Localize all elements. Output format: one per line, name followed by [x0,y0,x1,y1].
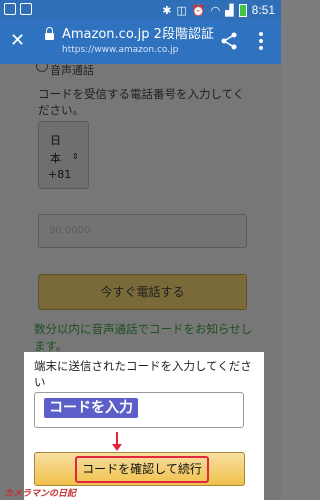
phone-number-input[interactable]: 90 0000 [38,214,247,248]
phone-number-prompt: コードを受信する電話番号を入力してください。 [38,87,245,117]
country-code: +81 [48,168,72,181]
share-icon[interactable] [220,32,238,50]
wifi-icon: ◠ [210,3,221,17]
call-now-button[interactable]: 今すぐ電話する [38,274,247,310]
notification-icon [4,3,16,15]
bluetooth-icon: ✱ [162,3,172,17]
radio-label: 音声通話 [50,64,94,77]
vibrate-icon: ◫ [176,3,187,17]
notification-icons [4,3,32,15]
verify-code-label: コードを確認して続行 [75,456,209,483]
arrowhead-icon [112,444,122,451]
voice-call-radio[interactable] [36,64,48,72]
country-name-line2: 本 [50,152,61,165]
signal-icon: ▟ [225,3,234,17]
code-prompt: 端末に送信されたコードを入力してください [34,359,252,389]
voice-call-notice: 数分以内に音声通話でコードをお知らせします。 [34,322,253,353]
country-code-select[interactable]: 日 本 ⇕ +81 [38,121,89,189]
select-arrows-icon: ⇕ [72,152,79,161]
browser-toolbar: ✕ Amazon.co.jp 2段階認証 https://www.amazon.… [0,20,281,64]
page-title: Amazon.co.jp 2段階認証 [62,27,214,42]
verify-code-button[interactable]: コードを確認して続行 [34,452,245,486]
enter-code-callout: コードを入力 [44,398,138,418]
close-icon[interactable]: ✕ [10,30,25,52]
page-url: https://www.amazon.co.jp [62,45,179,55]
code-entry-panel: 端末に送信されたコードを入力してください コードを入力 コードを確認して続行 [24,352,264,500]
image-notification-icon [20,3,32,15]
battery-icon [238,3,247,17]
more-icon[interactable] [258,32,264,50]
alarm-icon: ⏰ [191,3,206,17]
lock-icon [45,27,54,40]
status-bar: ✱ ◫ ⏰ ◠ ▟ 8:51 [0,0,281,20]
country-name-line1: 日 [50,134,61,147]
clock: 8:51 [251,3,275,17]
watermark: カメラマンの日記 [4,488,77,498]
system-icons: ✱ ◫ ⏰ ◠ ▟ 8:51 [162,3,275,17]
